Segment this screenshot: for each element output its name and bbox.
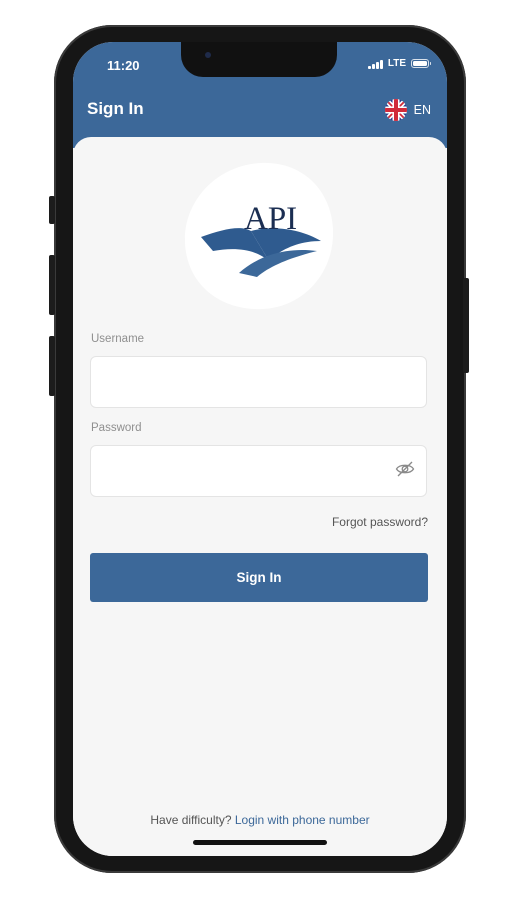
phone-power-button: [463, 278, 469, 373]
login-with-phone-link[interactable]: Login with phone number: [235, 813, 370, 827]
forgot-password-link[interactable]: Forgot password?: [332, 515, 428, 529]
camera-icon: [205, 52, 211, 58]
footer: Have difficulty? Login with phone number: [73, 813, 447, 827]
phone-volume-down: [49, 336, 55, 396]
status-indicators: LTE: [368, 58, 431, 69]
page-title: Sign In: [87, 99, 144, 118]
battery-icon: [411, 59, 431, 68]
language-code: EN: [413, 103, 431, 117]
uk-flag-icon: [384, 99, 407, 121]
logo-text: API: [244, 201, 297, 237]
phone-silent-switch: [49, 196, 55, 224]
app-screen: 11:20 LTE Sign In EN API Username Passwo…: [73, 42, 447, 856]
username-label: Username: [91, 333, 145, 345]
password-input[interactable]: [90, 445, 427, 497]
status-time: 11:20: [107, 58, 140, 73]
eye-off-icon[interactable]: [395, 460, 415, 483]
signal-icon: [368, 59, 383, 69]
password-label: Password: [91, 422, 142, 434]
language-selector[interactable]: EN: [384, 99, 431, 121]
network-type: LTE: [387, 58, 406, 69]
phone-notch: [181, 42, 337, 77]
username-input[interactable]: [90, 356, 427, 408]
footer-prompt: Have difficulty?: [150, 813, 232, 827]
api-logo: API: [183, 159, 335, 311]
phone-volume-up: [49, 255, 55, 315]
home-indicator: [193, 840, 327, 845]
sign-in-button[interactable]: Sign In: [90, 553, 428, 602]
app-header: 11:20 LTE Sign In EN: [73, 42, 447, 148]
